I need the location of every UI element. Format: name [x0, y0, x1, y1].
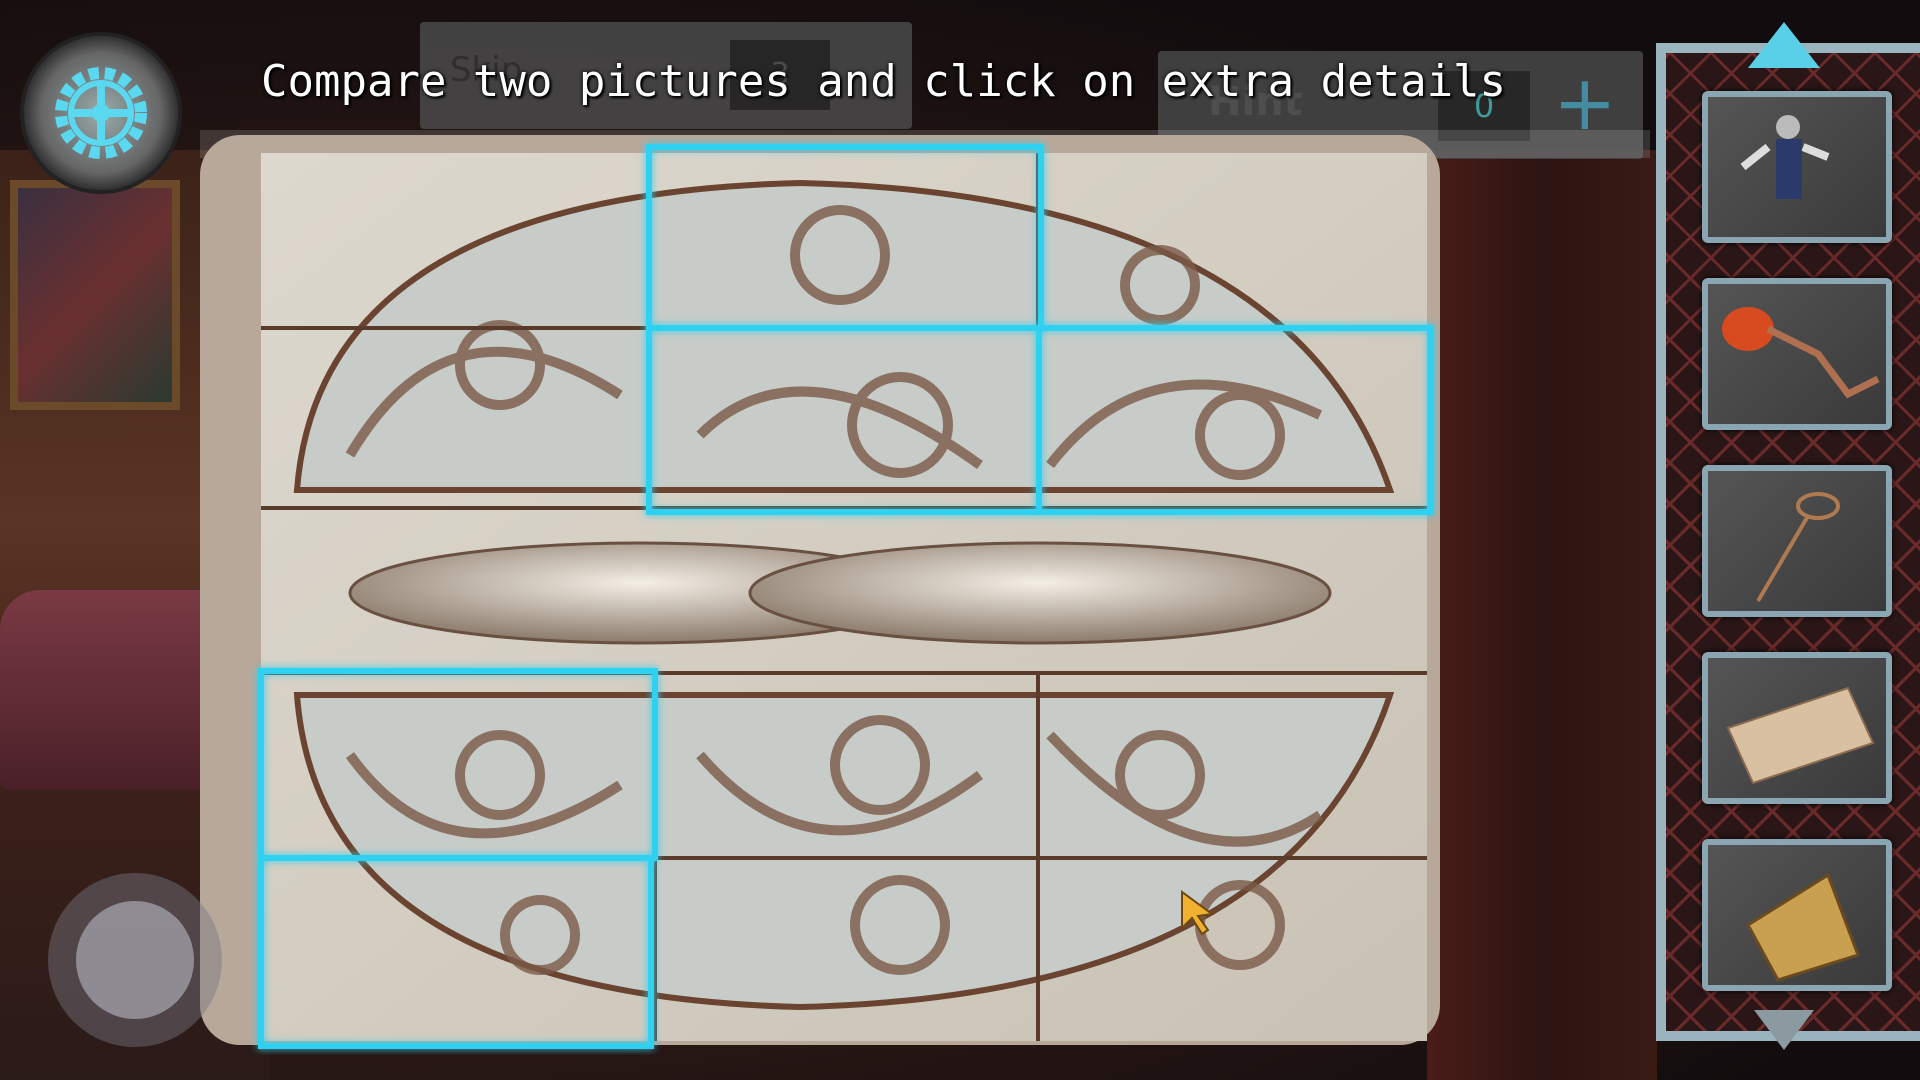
puzzle-board[interactable]	[200, 135, 1440, 1055]
paper-ticket-icon	[1726, 686, 1875, 785]
mouse-cursor-icon	[1181, 890, 1215, 936]
handle-right	[748, 541, 1332, 645]
inventory-scroll-down-button[interactable]	[1754, 1010, 1814, 1050]
inventory-scroll-up-button[interactable]	[1748, 22, 1820, 68]
joystick-knob[interactable]	[76, 901, 194, 1019]
inventory-slot-crank[interactable]	[1702, 278, 1892, 430]
ragdoll-icon	[1740, 115, 1830, 199]
crank-handle-icon	[1722, 307, 1880, 399]
background-curtain	[1427, 150, 1657, 1080]
inventory-slot-ragdoll[interactable]	[1702, 91, 1892, 243]
inventory-slot-book[interactable]	[1702, 839, 1892, 991]
inventory-panel	[1656, 43, 1920, 1041]
inventory-slot-wire[interactable]	[1702, 465, 1892, 617]
gear-icon	[55, 67, 147, 159]
background-painting	[10, 180, 180, 410]
settings-button[interactable]	[20, 32, 182, 194]
instruction-text: Compare two pictures and click on extra …	[261, 56, 1507, 107]
old-book-icon	[1746, 872, 1860, 982]
wire-loop-icon	[1756, 492, 1840, 603]
virtual-joystick[interactable]	[48, 873, 222, 1047]
inventory-slot-ticket[interactable]	[1702, 652, 1892, 804]
